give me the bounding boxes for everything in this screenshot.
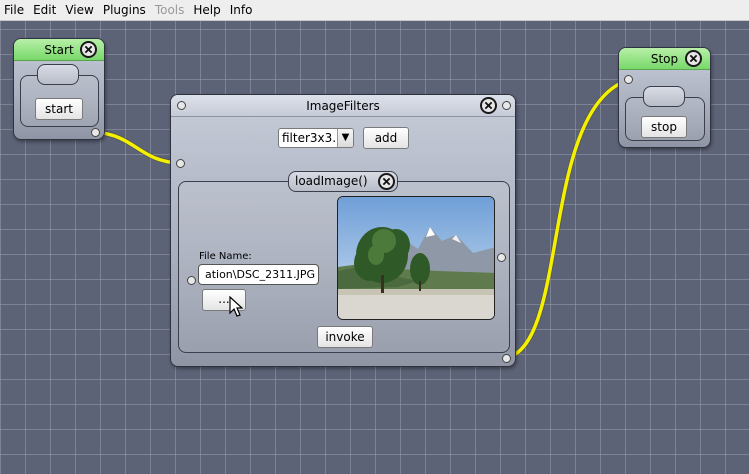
stop-node[interactable]: Stop stop: [618, 47, 711, 148]
imagefilters-input-port[interactable]: [176, 159, 185, 168]
imagefilters-output-port[interactable]: [502, 354, 511, 363]
menu-edit[interactable]: Edit: [29, 0, 61, 21]
triangle-down-icon[interactable]: ▼: [337, 129, 353, 147]
menu-tools: Tools: [154, 2, 185, 17]
menu-help[interactable]: Help: [189, 0, 225, 21]
menu-file[interactable]: File: [0, 0, 29, 21]
loadimage-input-port[interactable]: [187, 276, 196, 285]
start-output-port[interactable]: [91, 128, 100, 137]
add-button[interactable]: add: [363, 127, 409, 149]
wire-start-to-imagefilters: [94, 129, 181, 166]
filter-select[interactable]: filter3x3... ▼: [278, 128, 354, 148]
stop-indicator: [643, 86, 685, 107]
imagefilters-node[interactable]: ImageFilters filter3x3... ▼ add loadImag…: [170, 94, 516, 367]
image-preview: [337, 196, 495, 320]
start-indicator: [37, 64, 79, 85]
wire-imagefilters-to-stop: [505, 77, 629, 361]
loadimage-method-label: loadImage(): [295, 174, 368, 188]
menu-view[interactable]: View: [61, 0, 98, 21]
close-icon[interactable]: [685, 50, 702, 67]
imagefilters-node-title[interactable]: ImageFilters: [171, 95, 515, 117]
file-name-field[interactable]: ation\DSC_2311.JPG: [198, 264, 319, 285]
menu-bar: File Edit View Plugins Tools Help Info: [0, 0, 749, 21]
loadimage-method-title[interactable]: loadImage(): [288, 171, 398, 192]
filter-select-value: filter3x3...: [282, 131, 344, 145]
imagefilters-title-left-port[interactable]: [177, 101, 186, 110]
invoke-button[interactable]: invoke: [317, 326, 373, 348]
close-icon[interactable]: [80, 41, 97, 58]
menu-plugins[interactable]: Plugins: [99, 0, 151, 21]
mouse-pointer-icon: [229, 296, 244, 317]
landscape-image: [338, 197, 494, 319]
loadimage-output-port[interactable]: [497, 253, 506, 262]
close-icon[interactable]: [378, 173, 395, 190]
file-name-label: File Name:: [199, 251, 252, 262]
close-icon[interactable]: [480, 97, 497, 114]
start-button[interactable]: start: [35, 98, 83, 120]
stop-button[interactable]: stop: [641, 116, 687, 138]
imagefilters-title-right-port[interactable]: [502, 101, 511, 110]
menu-info[interactable]: Info: [226, 0, 258, 21]
stop-input-port[interactable]: [624, 75, 633, 84]
start-node[interactable]: Start start: [13, 38, 105, 140]
